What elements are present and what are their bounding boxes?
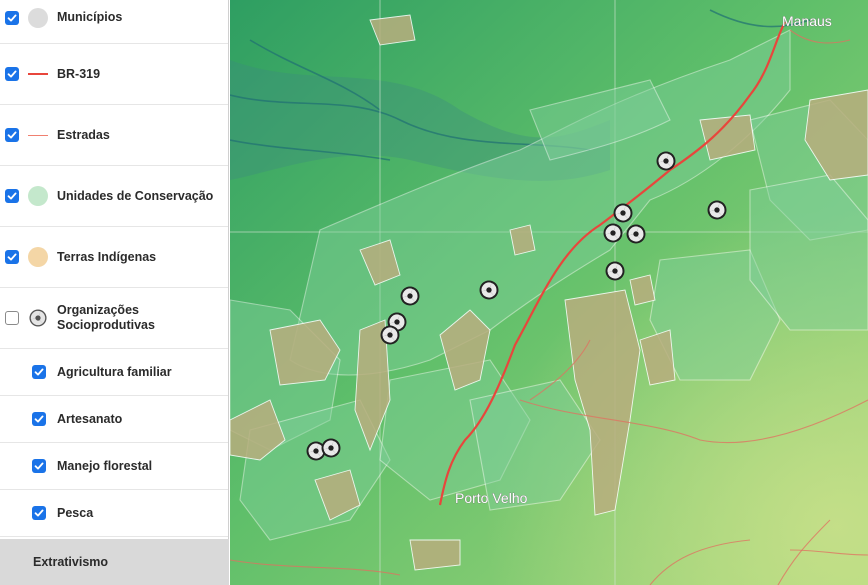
map-view[interactable]: Manaus Porto Velho <box>230 0 868 585</box>
layer-checkbox[interactable] <box>5 10 19 25</box>
legend-line-icon <box>25 73 51 75</box>
organization-icon <box>25 309 51 327</box>
city-label: Porto Velho <box>455 490 528 506</box>
sublayer-checkbox[interactable] <box>32 506 46 520</box>
layer-label: Estradas <box>57 127 110 142</box>
layer-checkbox[interactable] <box>5 311 19 325</box>
sublayer-row-manejo-florestal[interactable]: Manejo florestal <box>0 443 228 490</box>
layer-row-br-319[interactable]: BR-319 <box>0 44 228 105</box>
sublayer-row-agricultura-familiar[interactable]: Agricultura familiar <box>0 349 228 396</box>
indigenous-land-area <box>509 224 536 256</box>
sublayer-row-artesanato[interactable]: Artesanato <box>0 396 228 443</box>
sublayer-checkbox[interactable] <box>32 412 46 426</box>
layer-sidebar: Municípios BR-319 Estradas Unidades de Cons… <box>0 0 229 585</box>
legend-swatch-icon <box>25 247 51 267</box>
layer-label: Municípios <box>57 10 123 24</box>
layer-label: BR-319 <box>57 66 101 81</box>
indigenous-land-area <box>409 539 461 571</box>
sublayer-row-pesca[interactable]: Pesca <box>0 490 228 537</box>
layer-label: Unidades de Conservação <box>57 188 214 203</box>
layer-row-unidades-de-conservacao[interactable]: Unidades de Conservação <box>0 166 228 227</box>
legend-swatch-icon <box>25 186 51 206</box>
layer-label: Organizações Socioprodutivas <box>57 303 155 332</box>
layer-row-estradas[interactable]: Estradas <box>0 105 228 166</box>
layer-label: Terras Indígenas <box>57 249 157 264</box>
layer-checkbox[interactable] <box>5 189 19 203</box>
sublayer-label: Manejo florestal <box>57 458 153 473</box>
map-canvas[interactable]: Manaus Porto Velho <box>230 0 868 585</box>
sublayer-label: Agricultura familiar <box>57 364 172 379</box>
legend-line-icon <box>25 134 51 136</box>
city-label: Manaus <box>782 13 832 29</box>
sublayer-checkbox[interactable] <box>32 459 46 473</box>
indigenous-land-area <box>629 274 656 306</box>
sublayer-checkbox[interactable] <box>32 365 46 379</box>
sublayer-label: Artesanato <box>57 411 123 426</box>
layer-row-organizacoes-socioprodutivas[interactable]: Organizações Socioprodutivas <box>0 288 228 349</box>
layer-checkbox[interactable] <box>5 250 19 264</box>
extrativismo-item[interactable]: Extrativismo <box>0 539 229 585</box>
layer-row-terras-indigenas[interactable]: Terras Indígenas <box>0 227 228 288</box>
layer-checkbox[interactable] <box>5 128 19 142</box>
extrativismo-label: Extrativismo <box>33 554 109 569</box>
legend-swatch-icon <box>25 7 51 28</box>
layer-row-municipios[interactable]: Municípios <box>0 0 228 44</box>
layer-checkbox[interactable] <box>5 67 19 81</box>
sublayer-label: Pesca <box>57 505 94 520</box>
